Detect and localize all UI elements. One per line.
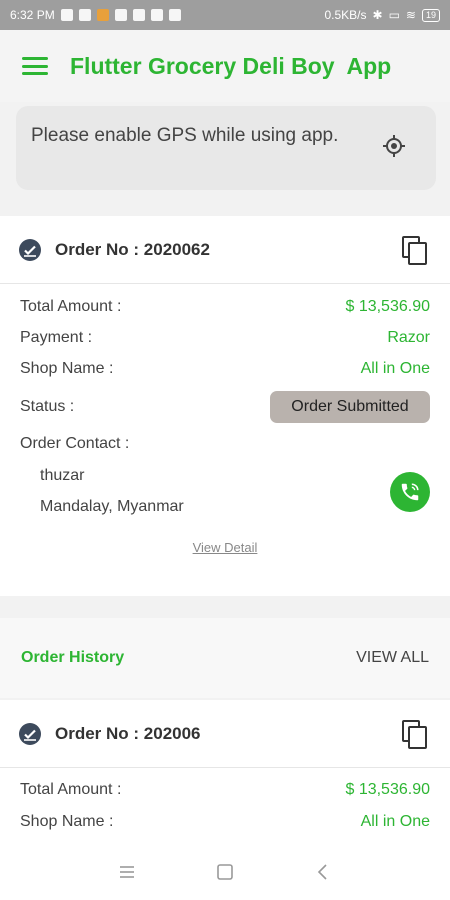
app-notification-icon [96,9,109,21]
notification-icon [78,9,91,21]
status-bar: 6:32 PM 0.5KB/s ✱ ▭ ≋ 19 [0,0,450,30]
total-amount-value: $ 13,536.90 [345,781,430,798]
trash-icon [168,9,181,21]
shop-name-label: Shop Name : [20,813,114,830]
view-detail-link[interactable]: View Detail [0,540,450,555]
payment-label: Payment : [20,329,93,346]
app-title: Flutter Grocery Deli Boy App [70,52,392,79]
facebook-icon [60,9,73,21]
order-contact-label: Order Contact : [20,435,130,452]
copy-icon[interactable] [402,236,428,266]
call-button[interactable] [390,472,430,512]
gps-notice-text: Please enable GPS while using app. [31,125,339,146]
wifi-icon: ≋ [405,8,416,22]
shop-name-row: Shop Name : All in One [20,810,430,834]
shop-name-row: Shop Name : All in One [20,357,430,381]
hamburger-menu-icon[interactable] [22,57,48,75]
copy-icon[interactable] [402,720,428,750]
gps-notice: Please enable GPS while using app. [16,106,436,190]
history-order-card[interactable]: Order No : 202006 Total Amount : $ 13,53… [0,700,450,844]
order-number: Order No : 2020062 [55,239,210,259]
status-label: Status : [20,398,75,415]
battery-level: 19 [425,9,436,20]
order-header: Order No : 2020062 [0,216,450,284]
total-amount-label: Total Amount : [20,298,122,315]
gps-target-icon[interactable] [382,134,406,158]
order-number: Order No : 202006 [55,723,201,743]
battery-icon: 19 [421,8,440,22]
status-time: 6:32 PM [10,8,55,22]
contact-address: Mandalay, Myanmar [40,498,184,515]
sim-icon: ▭ [388,8,400,22]
shop-name-label: Shop Name : [20,360,114,377]
view-all-button[interactable]: VIEW ALL [356,649,429,667]
back-chevron-icon[interactable] [313,862,333,882]
total-amount-row: Total Amount : $ 13,536.90 [20,778,430,802]
telegram-icon [132,9,145,21]
order-history-header: Order History VIEW ALL [0,618,450,698]
system-nav-bar [0,844,450,900]
order-contact-row: Order Contact : [20,432,430,456]
payment-value: Razor [387,329,430,346]
total-amount-label: Total Amount : [20,781,122,798]
shop-name-value: All in One [360,360,430,377]
home-square-icon[interactable] [215,862,235,882]
network-speed: 0.5KB/s [324,8,367,22]
shop-name-value: All in One [360,813,430,830]
status-badge: Order Submitted [270,391,430,423]
payment-row: Payment : Razor [20,326,430,350]
order-header: Order No : 202006 [0,700,450,768]
check-circle-icon [19,238,41,261]
recents-icon[interactable] [117,862,137,882]
tool-icon [114,9,127,21]
contact-name: thuzar [40,467,85,484]
check-circle-icon [19,722,41,745]
phone-icon [401,483,419,501]
app-bar: Flutter Grocery Deli Boy App [0,30,450,102]
bluetooth-icon: ✱ [372,8,383,22]
total-amount-row: Total Amount : $ 13,536.90 [20,295,430,319]
parking-icon [150,9,163,21]
total-amount-value: $ 13,536.90 [345,298,430,315]
current-order-card: Order No : 2020062 Total Amount : $ 13,5… [0,216,450,596]
order-history-title: Order History [21,649,125,666]
